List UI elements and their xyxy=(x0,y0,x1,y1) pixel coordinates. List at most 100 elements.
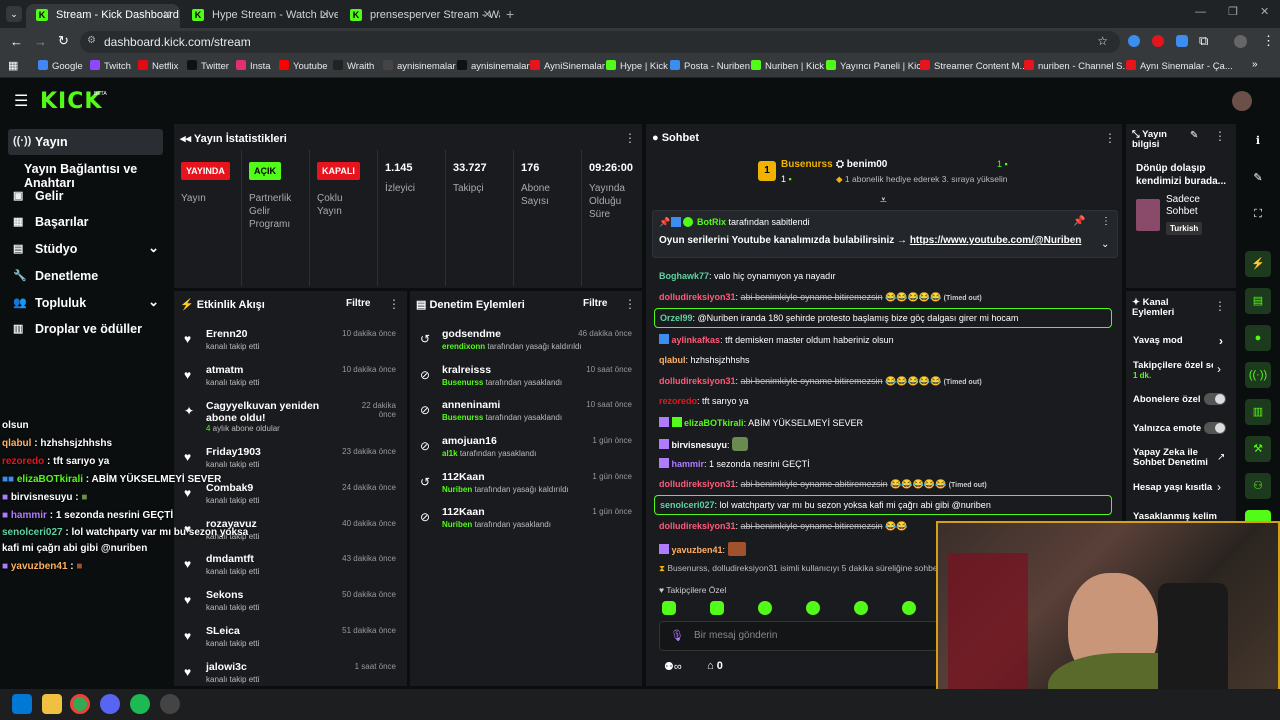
back-icon[interactable]: ← xyxy=(10,34,23,49)
event-user[interactable]: jalowi3c xyxy=(206,661,356,673)
chat-user[interactable]: birvisnesuyu xyxy=(672,440,728,450)
event-user[interactable]: Cagyyelkuvan yeniden abone oldu! xyxy=(206,400,331,424)
ai-moderation-action[interactable]: Yapay Zeka ile Sohbet Denetimi xyxy=(1133,448,1213,468)
close-icon[interactable]: ✕ xyxy=(483,8,492,21)
broadcast-icon[interactable]: ((·)) xyxy=(1245,362,1271,388)
pinned-link[interactable]: https://www.youtube.com/@Nuriben xyxy=(910,235,1082,246)
extension-icon[interactable] xyxy=(1176,35,1188,47)
kebab-menu-icon[interactable]: ⋮ xyxy=(1101,216,1111,227)
emote-icon[interactable] xyxy=(902,601,916,615)
profile-avatar[interactable] xyxy=(1234,35,1247,48)
mod-target[interactable]: amojuan16 xyxy=(442,435,497,447)
nav-denetleme[interactable]: 🔧 Denetleme xyxy=(8,263,163,289)
mod-target[interactable]: 112Kaan xyxy=(442,506,485,518)
wrench-icon[interactable]: ⚒ xyxy=(1245,436,1271,462)
nav-yayin[interactable]: ((·)) Yayın xyxy=(8,129,163,155)
kebab-menu-icon[interactable]: ⋮ xyxy=(1214,129,1226,143)
language-tag[interactable]: Turkish xyxy=(1166,222,1203,235)
chat-user[interactable]: elizaBOTkirali xyxy=(684,418,744,428)
bookmark[interactable]: Twitter xyxy=(187,60,229,72)
bookmark[interactable]: Twitch xyxy=(90,60,131,72)
chat-user[interactable]: hammir xyxy=(672,459,705,469)
event-user[interactable]: dmdamtft xyxy=(206,553,356,565)
chat-user[interactable]: dolludireksiyon31 xyxy=(659,479,736,489)
tab-kick-dashboard[interactable]: K Stream - Kick Dashboard ✕ xyxy=(26,4,180,28)
event-user[interactable]: SLeica xyxy=(206,625,356,637)
tab-prensesperver[interactable]: Kprensesperver Stream - Watch Live on Ki… xyxy=(340,4,500,28)
document-icon[interactable]: ▤ xyxy=(1245,288,1271,314)
chat-user[interactable]: qlabul xyxy=(659,355,686,365)
nav-studyo[interactable]: ▤ Stüdyo ⌄ xyxy=(8,236,163,262)
chevron-right-icon[interactable]: › xyxy=(1217,480,1221,494)
info-icon[interactable]: ℹ xyxy=(1245,128,1271,154)
chat-bubble-icon[interactable]: ● xyxy=(1245,325,1271,351)
extension-icon[interactable] xyxy=(1152,35,1164,47)
chevron-down-icon[interactable]: ⌄ xyxy=(1101,239,1109,250)
filter-button[interactable]: Filtre xyxy=(346,298,370,309)
event-user[interactable]: Erenn20 xyxy=(206,328,356,340)
emote-icon[interactable] xyxy=(710,601,724,615)
browser-menu-icon[interactable]: ⋮ xyxy=(1262,33,1275,49)
bookmark[interactable]: Insta xyxy=(236,60,271,72)
bookmark[interactable]: Aynı Sinemalar - Ça... xyxy=(1126,60,1233,72)
emote-icon[interactable] xyxy=(758,601,772,615)
stats-icon[interactable]: ▥ xyxy=(1245,399,1271,425)
bookmark[interactable]: Yayıncı Paneli | Kick xyxy=(826,60,926,72)
chat-user[interactable]: Orzel99 xyxy=(660,313,693,323)
mod-target[interactable]: 112Kaan xyxy=(442,471,485,483)
kebab-menu-icon[interactable]: ⋮ xyxy=(624,131,636,145)
url-field[interactable]: ⚙ dashboard.kick.com/stream ☆ xyxy=(80,31,1120,53)
chat-input[interactable]: 🎙 Bir mesaj gönderin xyxy=(659,621,939,651)
bookmark[interactable]: Wraith xyxy=(333,60,374,72)
subs-only-toggle[interactable] xyxy=(1204,393,1226,405)
file-explorer-icon[interactable] xyxy=(42,694,62,714)
event-user[interactable]: Sekons xyxy=(206,589,356,601)
emote-icon[interactable] xyxy=(806,601,820,615)
nav-topluluk[interactable]: 👥 Topluluk ⌄ xyxy=(8,290,163,316)
mod-target[interactable]: anneninami xyxy=(442,399,500,411)
chat-user[interactable]: aylinkafkas xyxy=(672,335,721,345)
kebab-menu-icon[interactable]: ⋮ xyxy=(624,297,636,311)
fullscreen-icon[interactable]: ⛶ xyxy=(1245,201,1271,227)
extension-icon[interactable] xyxy=(1128,35,1140,47)
users-icon[interactable]: ⚇ xyxy=(1245,473,1271,499)
site-info-icon[interactable]: ⚙ xyxy=(87,35,96,46)
chat-user[interactable]: yavuzben41 xyxy=(672,545,723,555)
bookmark[interactable]: aynisinemalar xyxy=(457,60,530,72)
bookmark[interactable]: AyniSinemalar xyxy=(530,60,605,72)
filter-button[interactable]: Filtre xyxy=(583,298,607,309)
windows-start-icon[interactable] xyxy=(12,694,32,714)
emote-icon[interactable] xyxy=(854,601,868,615)
discord-icon[interactable] xyxy=(100,694,120,714)
bookmark[interactable]: Google xyxy=(38,60,83,72)
kebab-menu-icon[interactable]: ⋮ xyxy=(1104,131,1116,145)
minimize-icon[interactable]: — xyxy=(1195,6,1206,18)
chat-user[interactable]: dolludireksiyon31 xyxy=(659,376,736,386)
bolt-icon[interactable]: ⚡ xyxy=(1245,251,1271,277)
chat-user[interactable]: Boghawk77 xyxy=(659,271,709,281)
chat-settings-icon[interactable]: ⚉∞ xyxy=(664,660,682,673)
window-close-icon[interactable]: ✕ xyxy=(1260,5,1269,18)
edit-icon[interactable]: ✎ xyxy=(1190,130,1198,141)
bookmark[interactable]: aynisinemalar xyxy=(383,60,456,72)
forward-icon[interactable]: → xyxy=(34,34,47,49)
tab-search-icon[interactable]: ⌄ xyxy=(6,6,22,22)
spotify-icon[interactable] xyxy=(130,694,150,714)
bookmark[interactable]: Nuriben | Kick xyxy=(751,60,824,72)
mod-target[interactable]: kralreisss xyxy=(442,364,491,376)
bookmark[interactable]: Posta - Nuriben xyxy=(670,60,750,72)
kebab-menu-icon[interactable]: ⋮ xyxy=(1214,299,1226,313)
close-icon[interactable]: ✕ xyxy=(163,8,172,21)
nav-droplar[interactable]: ▥ Droplar ve ödüller xyxy=(8,316,163,342)
chat-user[interactable]: dolludireksiyon31 xyxy=(659,521,736,531)
event-user[interactable]: Combak9 xyxy=(206,482,356,494)
collapse-icon[interactable]: ⩡ xyxy=(880,193,887,208)
nav-gelir[interactable]: ▣ Gelir xyxy=(8,183,163,209)
account-age-action[interactable]: Hesap yaşı kısıtla xyxy=(1133,482,1217,493)
bookmark[interactable]: Youtube xyxy=(279,60,328,72)
points-display[interactable]: ⌂ 0 xyxy=(707,660,723,672)
external-link-icon[interactable]: ↗ xyxy=(1217,452,1225,463)
emote-icon[interactable] xyxy=(662,601,676,615)
kebab-menu-icon[interactable]: ⋮ xyxy=(388,297,400,311)
chat-user[interactable]: rezoredo xyxy=(659,396,697,406)
